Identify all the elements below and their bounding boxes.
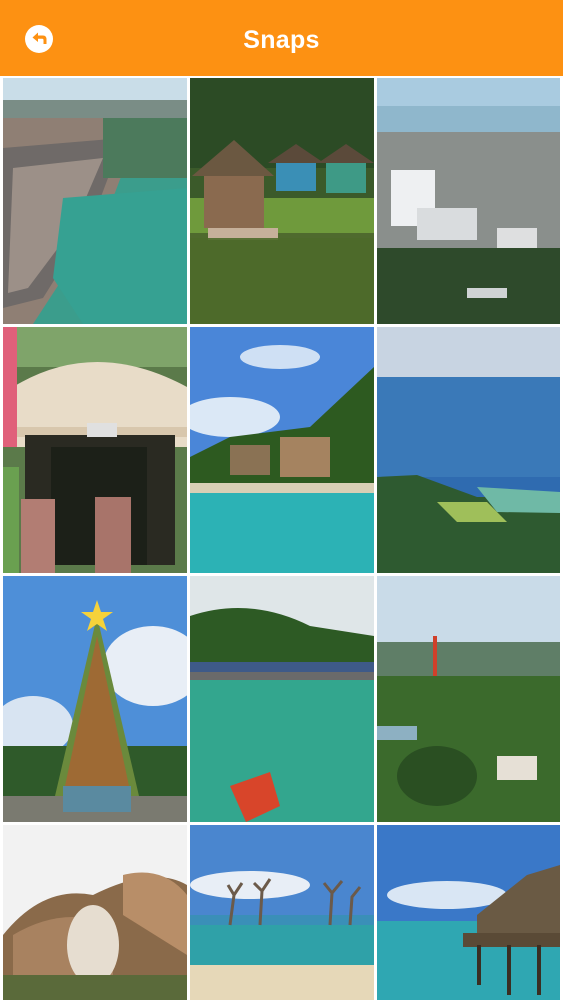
photo-lagoon-floating-boardwalk[interactable]: [190, 576, 374, 822]
photo-grid: [0, 76, 563, 1000]
photo-aerial-stilt-village[interactable]: [3, 78, 187, 324]
photo-overwater-hut[interactable]: [377, 825, 560, 1000]
photo-hills-radio-tower[interactable]: [377, 576, 560, 822]
page-title: Snaps: [243, 26, 320, 54]
photo-eagle-statue[interactable]: [3, 825, 187, 1000]
photo-thatched-cottages-lagoon[interactable]: [190, 78, 374, 324]
photo-beach-resort-palms[interactable]: [190, 327, 374, 573]
app-bar: Snaps: [0, 0, 563, 76]
photo-bottle-christmas-tree[interactable]: [3, 576, 187, 822]
photo-coastline-aerial-view[interactable]: [377, 327, 560, 573]
photo-resort-entrance-gate[interactable]: [3, 327, 187, 573]
photo-city-skyline-aerial[interactable]: [377, 78, 560, 324]
photo-dead-trees-in-sea[interactable]: [190, 825, 374, 1000]
